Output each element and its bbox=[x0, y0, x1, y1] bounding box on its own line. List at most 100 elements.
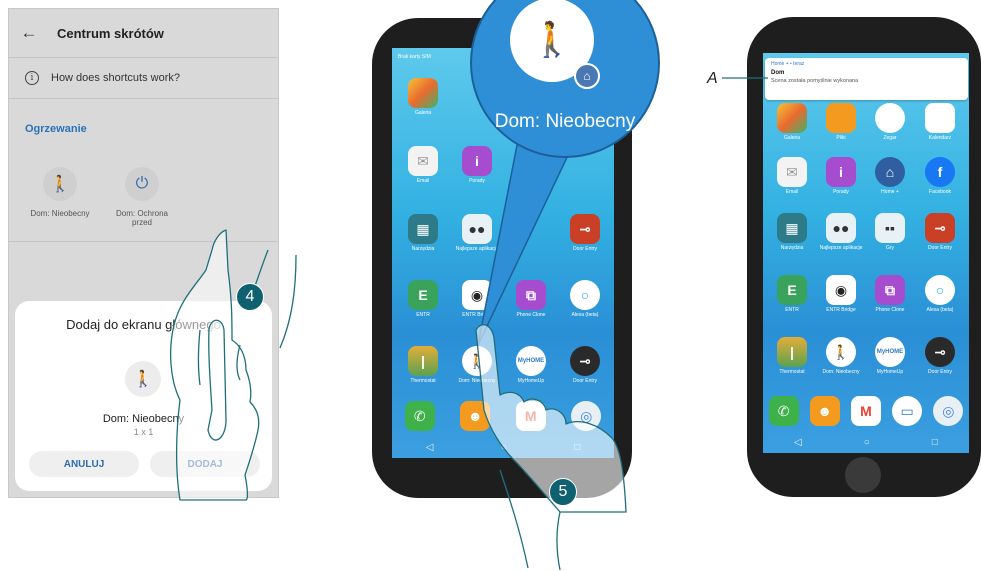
app-myhomeup[interactable]: MyHOME MyHomeUp bbox=[508, 346, 554, 385]
app-entr[interactable]: E ENTR bbox=[400, 280, 446, 319]
apps-folder-icon: ●● bbox=[826, 213, 856, 243]
step-badge-4: 4 bbox=[236, 283, 264, 311]
app-kalendarz[interactable]: Kalendarz bbox=[917, 103, 963, 142]
walking-person-icon: 🚶 bbox=[826, 337, 856, 367]
app-label: Door Entry bbox=[573, 378, 597, 384]
phone-icon[interactable]: ✆ bbox=[404, 401, 435, 431]
door-entry-icon: ⊸ bbox=[925, 337, 955, 367]
app-gry[interactable]: ▪▪ Gry bbox=[867, 213, 913, 252]
app-label: Najlepsze aplikacje bbox=[455, 246, 499, 252]
back-icon[interactable]: ◁ bbox=[794, 437, 802, 448]
app-email[interactable]: ✉ Email bbox=[400, 146, 446, 185]
dock: ✆ ☻ M ◎ bbox=[392, 396, 614, 436]
phone-icon[interactable]: ✆ bbox=[768, 396, 799, 426]
app-phone-clone[interactable]: ⧉ Phone Clone bbox=[508, 280, 554, 319]
back-arrow-icon[interactable]: ← bbox=[9, 23, 49, 43]
app-door-entry-2[interactable]: ⊸ Door Entry bbox=[917, 337, 963, 376]
app-label: Zegar bbox=[883, 135, 897, 141]
app-porady[interactable]: i Porady bbox=[454, 146, 500, 185]
shortcut-dom-nieobecny[interactable]: 🚶 Dom: Nieobecny bbox=[15, 167, 105, 218]
tips-icon: i bbox=[826, 157, 856, 187]
app-zegar[interactable]: Zegar bbox=[867, 103, 913, 142]
home-icon[interactable]: ○ bbox=[501, 442, 507, 453]
app-label: Porady bbox=[469, 178, 485, 184]
app-label: Door Entry bbox=[928, 245, 952, 251]
app-myhomeup[interactable]: MyHOME MyHomeUp bbox=[867, 337, 913, 376]
app-door-entry[interactable]: ⊸ Door Entry bbox=[917, 213, 963, 252]
app-email[interactable]: ✉ Email bbox=[769, 157, 815, 196]
app-label: Galeria bbox=[783, 135, 801, 141]
app-narzedzia[interactable]: ▦ Narzędzia bbox=[769, 213, 815, 252]
app-label: Home + bbox=[881, 189, 899, 195]
app-narzedzia[interactable]: ▦ Narzędzia bbox=[400, 214, 446, 253]
contacts-icon[interactable]: ☻ bbox=[809, 396, 840, 426]
recents-icon[interactable]: □ bbox=[574, 442, 580, 453]
files-icon bbox=[826, 103, 856, 133]
gallery-icon bbox=[777, 103, 807, 133]
app-alexa[interactable]: ○ Alexa (beta) bbox=[917, 275, 963, 314]
add-button[interactable]: DODAJ bbox=[150, 451, 260, 477]
phone-clone-icon: ⧉ bbox=[875, 275, 905, 305]
cancel-button[interactable]: ANULUJ bbox=[29, 451, 139, 477]
app-door-entry-2[interactable]: ⊸ Door Entry bbox=[562, 346, 608, 385]
app-dom-nieobecny-shortcut[interactable]: 🚶 Dom: Nieobecny bbox=[454, 346, 500, 385]
app-label: Door Entry bbox=[928, 369, 952, 375]
entr-icon: E bbox=[777, 275, 807, 305]
contacts-icon[interactable]: ☻ bbox=[460, 401, 491, 431]
app-label: Galeria bbox=[414, 110, 432, 116]
app-label: Dom: Nieobecny bbox=[822, 369, 860, 375]
myhomeup-icon: MyHOME bbox=[516, 346, 546, 376]
app-door-entry[interactable]: ⊸ Door Entry bbox=[562, 214, 608, 253]
app-galeria[interactable]: Galeria bbox=[769, 103, 815, 142]
section-heading: Ogrzewanie bbox=[25, 123, 87, 135]
app-entr[interactable]: E ENTR bbox=[769, 275, 815, 314]
tools-folder-icon: ▦ bbox=[408, 214, 438, 244]
app-alexa[interactable]: ○ Alexa (beta) bbox=[562, 280, 608, 319]
walking-person-icon: 🚶 bbox=[43, 167, 77, 201]
entr-bridge-icon: ◉ bbox=[462, 280, 492, 310]
add-to-home-dialog: Dodaj do ekranu głównego 🚶 Dom: Nieobecn… bbox=[15, 301, 272, 491]
back-icon[interactable]: ◁ bbox=[426, 442, 434, 453]
app-label: ENTR Bridge bbox=[826, 307, 856, 313]
app-entr-bridge[interactable]: ◉ ENTR Bridge bbox=[454, 280, 500, 319]
gmail-icon[interactable]: M bbox=[515, 401, 546, 431]
app-phone-clone[interactable]: ⧉ Phone Clone bbox=[867, 275, 913, 314]
app-home-plus[interactable]: ⌂ Home + bbox=[867, 157, 913, 196]
shortcut-dom-ochrona[interactable]: ⏻ Dom: Ochrona przed bbox=[97, 167, 187, 227]
games-folder-icon: ▪▪ bbox=[875, 213, 905, 243]
help-row[interactable]: i How does shortcuts work? bbox=[9, 57, 278, 99]
app-facebook[interactable]: f Facebook bbox=[917, 157, 963, 196]
app-label: Phone Clone bbox=[875, 307, 905, 313]
app-pliki[interactable]: Pliki bbox=[818, 103, 864, 142]
app-label: Porady bbox=[833, 189, 849, 195]
status-bar: Brak karty SIM bbox=[398, 54, 431, 60]
app-galeria[interactable]: Galeria bbox=[400, 78, 446, 117]
app-thermostat[interactable]: | Thermostat bbox=[400, 346, 446, 385]
entr-bridge-icon: ◉ bbox=[826, 275, 856, 305]
home-button[interactable] bbox=[845, 457, 881, 493]
clock-icon bbox=[875, 103, 905, 133]
recents-icon[interactable]: □ bbox=[932, 437, 938, 448]
shortcut-label: Dom: Nieobecny bbox=[30, 209, 90, 218]
app-label: ENTR Bridge bbox=[462, 312, 492, 318]
alexa-icon: ○ bbox=[925, 275, 955, 305]
gmail-icon[interactable]: M bbox=[850, 396, 881, 426]
app-thermostat[interactable]: | Thermostat bbox=[769, 337, 815, 376]
divider bbox=[9, 241, 278, 242]
app-najlepsze[interactable]: ●● Najlepsze aplikacje bbox=[818, 213, 864, 252]
notification-banner[interactable]: Home + • teraz Dom Scena została pomyśln… bbox=[765, 58, 968, 100]
notification-app: Home + • teraz bbox=[771, 61, 805, 67]
dock: ✆ ☻ M ▭ ◎ bbox=[763, 391, 969, 431]
app-najlepsze[interactable]: ●● Najlepsze aplikacje bbox=[454, 214, 500, 253]
mail-icon: ✉ bbox=[777, 157, 807, 187]
phone-clone-icon: ⧉ bbox=[516, 280, 546, 310]
info-icon: i bbox=[25, 71, 39, 85]
app-entr-bridge[interactable]: ◉ ENTR Bridge bbox=[818, 275, 864, 314]
messages-icon[interactable]: ▭ bbox=[892, 396, 923, 426]
app-porady[interactable]: i Porady bbox=[818, 157, 864, 196]
app-dom-nieobecny-shortcut[interactable]: 🚶 Dom: Nieobecny bbox=[818, 337, 864, 376]
home-icon[interactable]: ○ bbox=[864, 437, 870, 448]
chrome-icon[interactable]: ◎ bbox=[933, 396, 964, 426]
chrome-icon[interactable]: ◎ bbox=[571, 401, 602, 431]
facebook-icon: f bbox=[925, 157, 955, 187]
